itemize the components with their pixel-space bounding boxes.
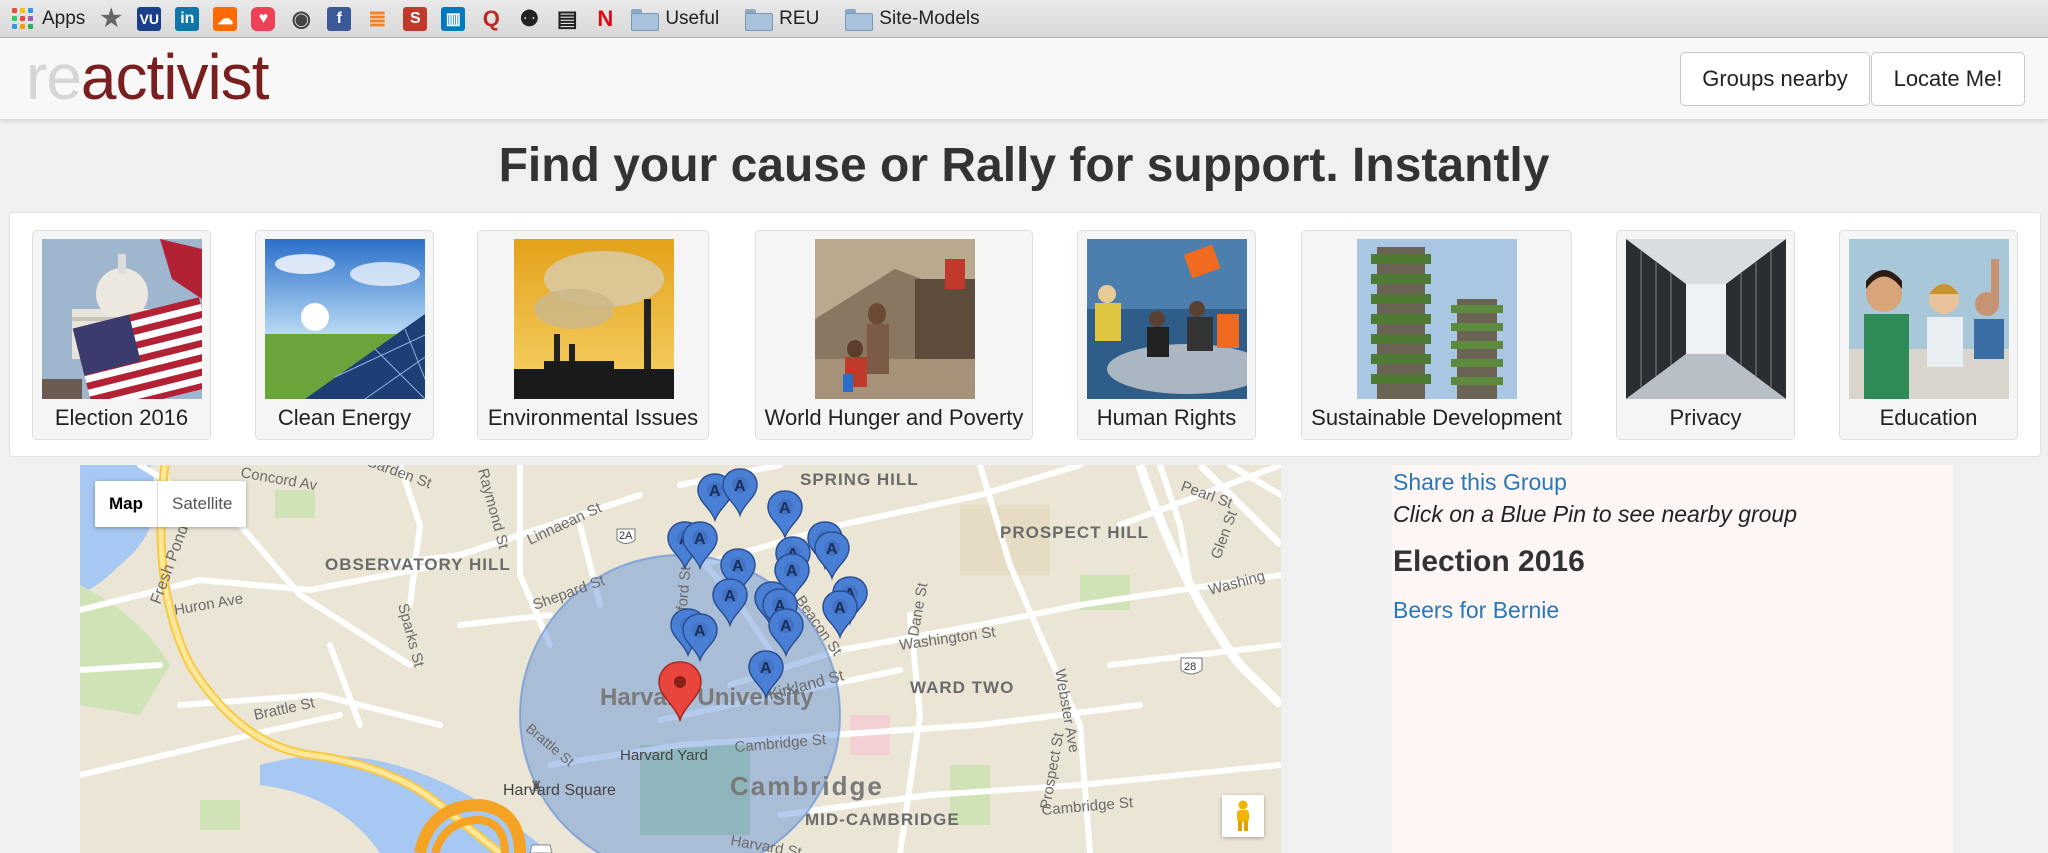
map-type-map[interactable]: Map bbox=[95, 481, 158, 527]
cause-image-environmental bbox=[514, 239, 674, 399]
cause-image-human-rights bbox=[1087, 239, 1247, 399]
svg-text:28: 28 bbox=[1184, 661, 1196, 673]
cause-image-world-hunger bbox=[815, 239, 975, 399]
cause-label: Privacy bbox=[1669, 405, 1742, 430]
vu-icon: VU bbox=[137, 6, 162, 31]
folder-icon bbox=[745, 8, 774, 31]
bookmark-star[interactable]: ★ bbox=[99, 4, 123, 34]
map-label-harvard-square: Harvard Square bbox=[503, 782, 616, 799]
map-type-toggle: Map Satellite bbox=[95, 481, 247, 527]
apps-grid-icon bbox=[12, 7, 34, 30]
cause-card-education[interactable]: Education bbox=[1839, 230, 2018, 440]
bookmark-apps[interactable]: Apps bbox=[12, 4, 85, 34]
cause-label: Sustainable Development bbox=[1311, 405, 1562, 430]
pocket-icon: ♥ bbox=[251, 6, 276, 31]
bookmark-s[interactable]: S bbox=[403, 4, 428, 34]
bookmark-trello[interactable]: ▥ bbox=[441, 4, 466, 34]
map-label-spring-hill: SPRING HILL bbox=[800, 470, 919, 489]
brand-prefix: re bbox=[26, 41, 82, 113]
cause-label: Clean Energy bbox=[277, 405, 412, 430]
bookmark-label: Apps bbox=[42, 7, 86, 29]
bookmark-folder-useful[interactable]: Useful bbox=[631, 4, 719, 34]
pegman-icon[interactable] bbox=[1222, 795, 1264, 837]
bookmark-facebook[interactable]: f bbox=[327, 4, 352, 34]
cause-card-human-rights[interactable]: Human Rights bbox=[1077, 230, 1256, 440]
soundcloud-icon: ☁ bbox=[213, 6, 238, 31]
brand-logo[interactable]: reactivist bbox=[26, 42, 269, 112]
trello-icon: ▥ bbox=[441, 6, 466, 31]
cause-card-environmental-issues[interactable]: Environmental Issues bbox=[477, 230, 709, 440]
bookmark-folder-site-models[interactable]: Site-Models bbox=[845, 4, 980, 34]
group-panel: Share this Group Click on a Blue Pin to … bbox=[1392, 465, 1953, 853]
cause-label: Election 2016 bbox=[54, 405, 189, 430]
bookmark-folder-reu[interactable]: REU bbox=[745, 4, 819, 34]
bookmark-pocket[interactable]: ♥ bbox=[251, 4, 276, 34]
groups-nearby-button[interactable]: Groups nearby bbox=[1680, 52, 1870, 106]
cause-label: Environmental Issues bbox=[487, 405, 699, 430]
bookmarks-bar: Apps ★ VU in ☁ ♥ ◉ f ≣ S ▥ Q ⚉ ▤ N Usefu… bbox=[0, 0, 2048, 38]
cause-card-privacy[interactable]: Privacy bbox=[1616, 230, 1795, 440]
cause-image-sustainable bbox=[1357, 239, 1517, 399]
cause-label: World Hunger and Poverty bbox=[764, 405, 1024, 430]
bookmark-stackoverflow[interactable]: ≣ bbox=[365, 4, 389, 34]
locate-me-button[interactable]: Locate Me! bbox=[1871, 52, 2025, 106]
cause-image-clean-energy bbox=[265, 239, 425, 399]
map-label-ward-two: WARD TWO bbox=[910, 678, 1014, 697]
cause-strip: Election 2016 Clean Energy Environmental… bbox=[9, 212, 2041, 457]
page-headline: Find your cause or Rally for support. In… bbox=[498, 139, 1550, 192]
map-label-cambridge: Cambridge bbox=[730, 771, 884, 801]
stackoverflow-icon: ≣ bbox=[368, 5, 387, 31]
cause-label: Human Rights bbox=[1096, 405, 1237, 430]
map-label-mid-cambridge: MID-CAMBRIDGE bbox=[805, 810, 960, 829]
map-icon-landmark: ♜ bbox=[530, 778, 543, 794]
folder-icon bbox=[631, 8, 660, 31]
brand-suffix: activist bbox=[80, 41, 270, 113]
group-link-beers-for-bernie[interactable]: Beers for Bernie bbox=[1393, 597, 1559, 624]
cause-card-world-hunger[interactable]: World Hunger and Poverty bbox=[755, 230, 1033, 440]
s-icon: S bbox=[403, 6, 428, 31]
bookmark-soundcloud[interactable]: ☁ bbox=[213, 4, 238, 34]
facebook-icon: f bbox=[327, 6, 352, 31]
bookmark-people[interactable]: ⚉ bbox=[517, 4, 541, 34]
cause-card-sustainable-development[interactable]: Sustainable Development bbox=[1301, 230, 1572, 440]
bookmark-vu[interactable]: VU bbox=[137, 4, 162, 34]
netflix-icon: N bbox=[597, 5, 614, 31]
star-icon: ★ bbox=[100, 5, 123, 32]
cause-image-education bbox=[1849, 239, 2009, 399]
svg-text:2A: 2A bbox=[619, 530, 633, 542]
terminal-icon: ▤ bbox=[556, 5, 578, 31]
bookmark-quora[interactable]: Q bbox=[479, 4, 503, 34]
folder-label: Useful bbox=[665, 7, 720, 29]
linkedin-icon: in bbox=[175, 6, 200, 31]
folder-icon bbox=[845, 8, 874, 31]
map-label-harvard-yard: Harvard Yard bbox=[620, 747, 708, 764]
quora-icon: Q bbox=[482, 5, 500, 31]
share-group-link[interactable]: Share this Group bbox=[1393, 469, 1567, 496]
panel-hint: Click on a Blue Pin to see nearby group bbox=[1393, 501, 1798, 527]
route-shield-2a: 2A bbox=[616, 528, 636, 544]
map[interactable]: SPRING HILL PROSPECT HILL OBSERVATORY HI… bbox=[80, 465, 1281, 853]
map-label-prospect-hill: PROSPECT HILL bbox=[1000, 523, 1149, 542]
map-canvas[interactable]: SPRING HILL PROSPECT HILL OBSERVATORY HI… bbox=[80, 465, 1281, 853]
people-icon: ⚉ bbox=[519, 5, 540, 31]
bookmark-reddit[interactable]: ◉ bbox=[289, 4, 313, 34]
reddit-icon: ◉ bbox=[291, 5, 311, 31]
bookmark-terminal[interactable]: ▤ bbox=[555, 4, 579, 34]
folder-label: REU bbox=[779, 7, 820, 29]
panel-title: Election 2016 bbox=[1393, 545, 1585, 578]
cause-card-election-2016[interactable]: Election 2016 bbox=[32, 230, 211, 440]
map-type-satellite[interactable]: Satellite bbox=[158, 481, 246, 527]
navbar: reactivist Groups nearby Locate Me! bbox=[0, 38, 2048, 120]
cause-card-clean-energy[interactable]: Clean Energy bbox=[255, 230, 434, 440]
cause-image-election bbox=[42, 239, 202, 399]
bookmark-linkedin[interactable]: in bbox=[175, 4, 200, 34]
map-label-observatory-hill: OBSERVATORY HILL bbox=[325, 555, 511, 574]
route-shield-28: 28 bbox=[1180, 657, 1203, 675]
cause-label: Education bbox=[1879, 405, 1978, 430]
cause-image-privacy bbox=[1626, 239, 1786, 399]
folder-label: Site-Models bbox=[879, 7, 980, 29]
bookmark-netflix[interactable]: N bbox=[593, 4, 617, 34]
